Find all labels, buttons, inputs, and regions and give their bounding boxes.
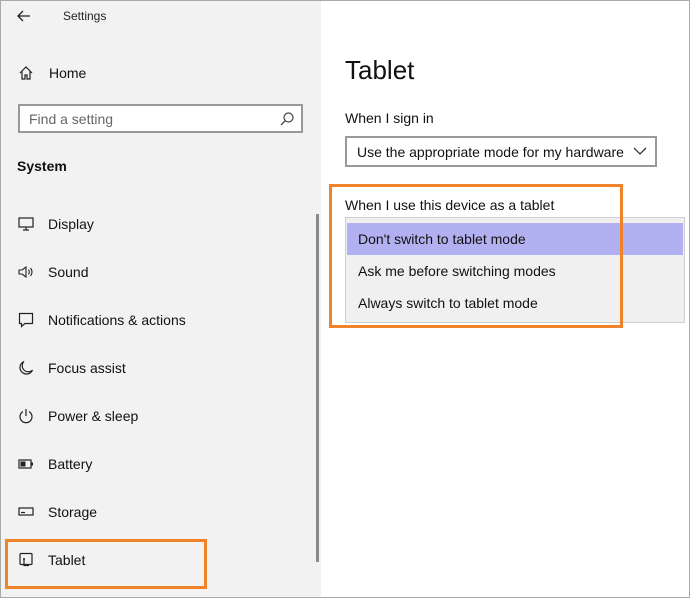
sidebar-item-battery[interactable]: Battery bbox=[1, 444, 317, 484]
back-button[interactable] bbox=[11, 5, 37, 27]
power-icon bbox=[17, 407, 35, 425]
sidebar-item-notifications[interactable]: Notifications & actions bbox=[1, 300, 317, 340]
title-bar: Settings bbox=[1, 1, 321, 33]
app-title: Settings bbox=[63, 9, 107, 23]
sidebar-item-focus-assist[interactable]: Focus assist bbox=[1, 348, 317, 388]
sidebar-item-label: Power & sleep bbox=[48, 408, 139, 424]
search-placeholder: Find a setting bbox=[29, 111, 114, 127]
home-icon bbox=[17, 64, 35, 82]
sidebar-item-display[interactable]: Display bbox=[1, 204, 317, 244]
sidebar: Settings Home Find a setting System Disp… bbox=[1, 1, 321, 597]
sidebar-item-label: Focus assist bbox=[48, 360, 126, 376]
back-arrow-icon bbox=[17, 10, 30, 22]
sidebar-item-storage[interactable]: Storage bbox=[1, 492, 317, 532]
sidebar-item-home[interactable]: Home bbox=[1, 57, 321, 89]
search-icon[interactable] bbox=[279, 111, 295, 127]
sidebar-item-label: Notifications & actions bbox=[48, 312, 186, 328]
moon-icon bbox=[17, 359, 35, 377]
sidebar-item-label: Display bbox=[48, 216, 94, 232]
battery-icon bbox=[17, 455, 35, 473]
section-title: System bbox=[17, 158, 67, 174]
dropdown-highlight-box bbox=[329, 184, 623, 328]
sidebar-item-power-sleep[interactable]: Power & sleep bbox=[1, 396, 317, 436]
home-label: Home bbox=[49, 65, 87, 81]
monitor-icon bbox=[17, 215, 35, 233]
sidebar-item-label: Battery bbox=[48, 456, 93, 472]
sidebar-item-label: Sound bbox=[48, 264, 89, 280]
main-content: Tablet When I sign in Use the appropriat… bbox=[321, 1, 689, 597]
page-title: Tablet bbox=[345, 55, 415, 85]
settings-window: Settings Home Find a setting System Disp… bbox=[0, 0, 690, 598]
speaker-icon bbox=[17, 263, 35, 281]
search-input[interactable]: Find a setting bbox=[18, 104, 303, 133]
tablet-highlight-box bbox=[5, 539, 207, 589]
sidebar-item-label: Storage bbox=[48, 504, 98, 520]
storage-icon bbox=[17, 503, 35, 521]
chevron-down-icon bbox=[633, 147, 647, 155]
sign-in-mode-dropdown[interactable]: Use the appropriate mode for my hardware bbox=[345, 136, 657, 167]
sign-in-label: When I sign in bbox=[345, 110, 434, 126]
sidebar-item-sound[interactable]: Sound bbox=[1, 252, 317, 292]
sidebar-scrollbar[interactable] bbox=[316, 214, 319, 562]
sign-in-mode-value: Use the appropriate mode for my hardware bbox=[357, 144, 624, 160]
notification-icon bbox=[17, 311, 35, 329]
